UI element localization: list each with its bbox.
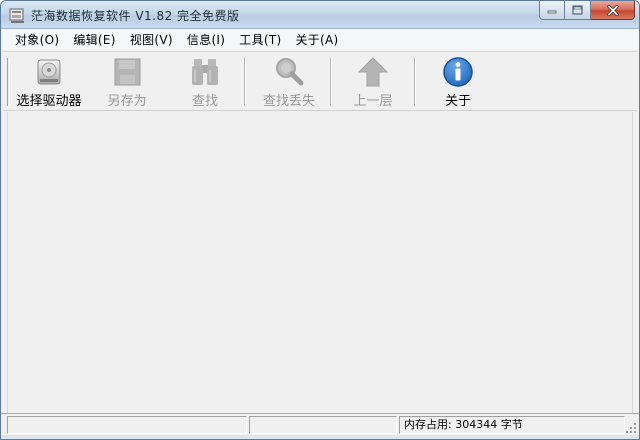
toolbar: 选择驱动器 另存为 查找 查找丢失 上一层 关于 bbox=[3, 51, 637, 111]
title-bar[interactable]: 茫海数据恢复软件 V1.82 完全免费版 bbox=[1, 1, 639, 29]
select-drive-label: 选择驱动器 bbox=[16, 94, 82, 109]
window-bottom-edge bbox=[1, 435, 639, 439]
menu-edit[interactable]: 编辑(E) bbox=[67, 30, 121, 49]
toolbar-separator bbox=[244, 58, 246, 106]
toolbar-separator bbox=[330, 58, 332, 106]
close-button[interactable] bbox=[591, 1, 635, 20]
memory-usage-text: 内存占用: 304344 字节 bbox=[399, 416, 625, 434]
window-controls bbox=[539, 1, 635, 21]
maximize-icon bbox=[572, 5, 583, 15]
find-lost-button[interactable]: 查找丢失 bbox=[255, 56, 323, 110]
minimize-button[interactable] bbox=[539, 1, 565, 20]
close-icon bbox=[606, 4, 619, 16]
about-button[interactable]: 关于 bbox=[428, 56, 488, 110]
minimize-icon bbox=[547, 10, 557, 14]
maximize-button[interactable] bbox=[565, 1, 591, 20]
status-pane-2 bbox=[249, 416, 397, 434]
toolbar-separator bbox=[414, 58, 416, 106]
up-arrow-icon bbox=[357, 57, 389, 87]
info-icon bbox=[443, 57, 473, 87]
status-bar: 内存占用: 304344 字节 bbox=[1, 413, 639, 435]
main-content-area[interactable] bbox=[7, 112, 633, 413]
menu-view[interactable]: 视图(V) bbox=[124, 30, 179, 49]
up-level-button[interactable]: 上一层 bbox=[341, 56, 405, 110]
save-as-icon bbox=[114, 58, 141, 86]
menu-bar: 对象(O) 编辑(E) 视图(V) 信息(I) 工具(T) 关于(A) bbox=[1, 29, 639, 50]
menu-tools[interactable]: 工具(T) bbox=[233, 30, 287, 49]
find-label: 查找 bbox=[191, 94, 218, 109]
up-level-label: 上一层 bbox=[353, 94, 393, 109]
app-window: 茫海数据恢复软件 V1.82 完全免费版 对象(O) 编辑(E) 视图(V) 信… bbox=[0, 0, 640, 440]
menu-about[interactable]: 关于(A) bbox=[289, 30, 344, 49]
save-as-button[interactable]: 另存为 bbox=[97, 56, 157, 110]
find-button[interactable]: 查找 bbox=[175, 56, 235, 110]
toolbar-grip[interactable] bbox=[7, 58, 10, 106]
menu-object[interactable]: 对象(O) bbox=[9, 30, 65, 49]
select-drive-button[interactable]: 选择驱动器 bbox=[11, 56, 87, 110]
save-as-label: 另存为 bbox=[107, 94, 147, 109]
drive-icon bbox=[37, 59, 61, 85]
binoculars-icon bbox=[192, 59, 218, 85]
menu-info[interactable]: 信息(I) bbox=[181, 30, 231, 49]
window-title: 茫海数据恢复软件 V1.82 完全免费版 bbox=[31, 9, 240, 23]
app-icon bbox=[9, 8, 24, 23]
magnifier-icon bbox=[276, 58, 304, 86]
resize-grip-icon[interactable] bbox=[625, 422, 637, 434]
about-label: 关于 bbox=[444, 94, 471, 109]
find-lost-label: 查找丢失 bbox=[262, 94, 315, 109]
status-pane-1 bbox=[7, 416, 247, 434]
